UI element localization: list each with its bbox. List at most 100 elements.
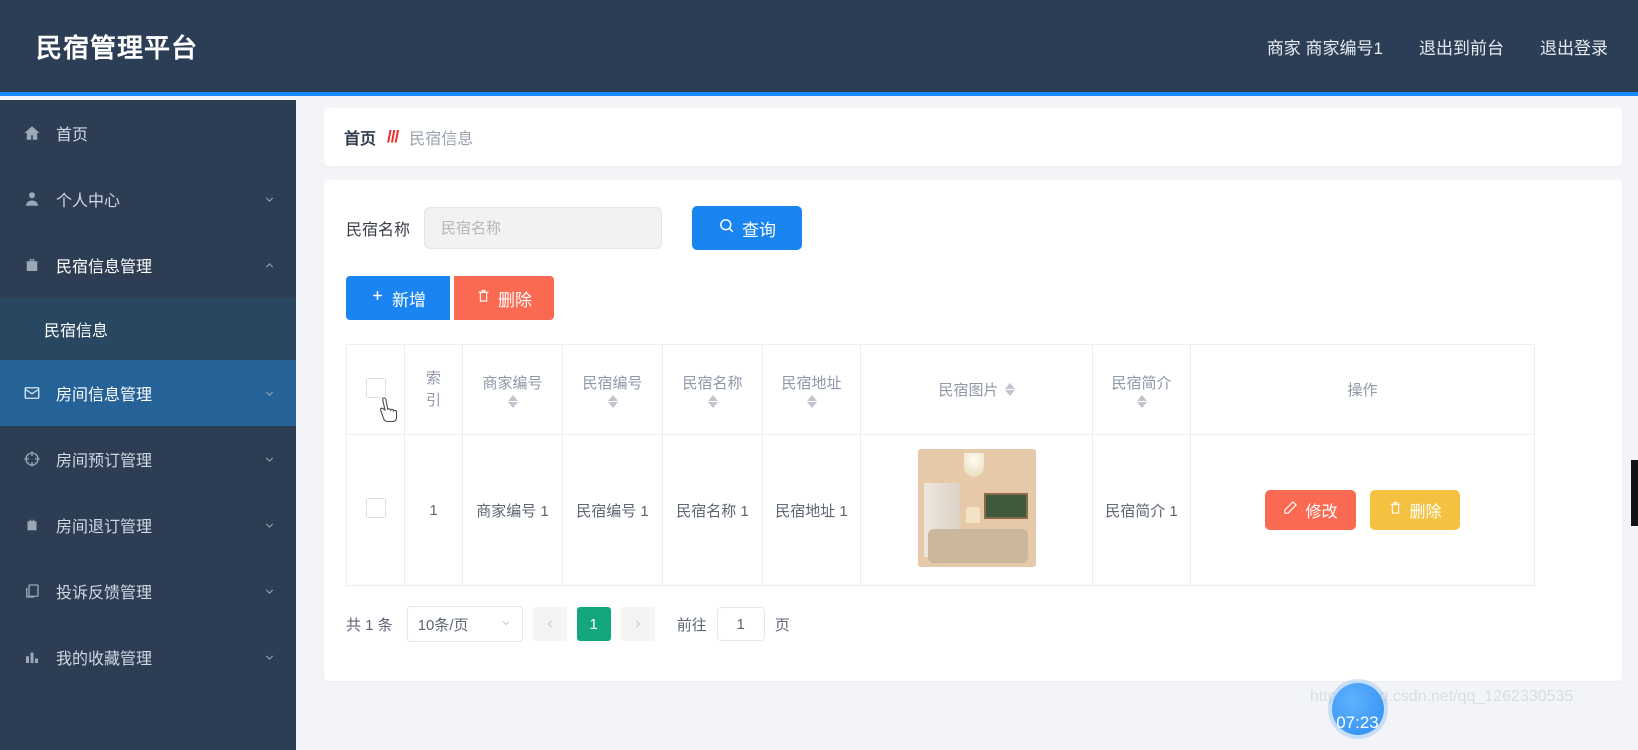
chevron-up-icon xyxy=(262,258,276,272)
scrollbar-track[interactable] xyxy=(1631,100,1638,750)
search-input[interactable] xyxy=(424,207,663,249)
edit-button-label: 修改 xyxy=(1305,504,1338,521)
column-label: 民宿图片 xyxy=(938,382,999,399)
select-all-checkbox[interactable] xyxy=(365,377,386,398)
sidebar-item-home[interactable]: 首页 xyxy=(0,100,296,166)
row-merchant-no: 商家编号 1 xyxy=(462,434,563,586)
sidebar-item-room-booking-management[interactable]: 房间预订管理 xyxy=(0,426,296,492)
page-size-value: 10条/页 xyxy=(417,616,469,634)
header-actions: 商家 商家编号1 退出到前台 退出登录 xyxy=(1267,34,1608,59)
row-checkbox[interactable] xyxy=(365,498,386,518)
row-house-image-cell[interactable] xyxy=(860,434,1093,586)
bar-chart-icon xyxy=(22,647,42,667)
pagination-total: 共 1 条 xyxy=(346,616,393,634)
pencil-icon xyxy=(1283,500,1298,520)
table-header-house-intro[interactable]: 民宿简介 xyxy=(1092,344,1191,435)
sort-icon[interactable] xyxy=(707,394,718,408)
clock-badge[interactable]: 07:23 xyxy=(1332,683,1384,735)
row-house-no: 民宿编号 1 xyxy=(562,434,663,586)
top-header: 民宿管理平台 商家 商家编号1 退出到前台 退出登录 xyxy=(0,0,1638,96)
sidebar-nav: 首页 个人中心 民宿信息管理 民宿信息 房间信息管理 房间预订管理 房间退订管理… xyxy=(0,100,296,750)
row-select-cell[interactable] xyxy=(346,434,405,586)
app-brand-title: 民宿管理平台 xyxy=(36,32,199,63)
add-button-label: 新增 xyxy=(392,290,426,310)
current-user-label: 商家 商家编号1 xyxy=(1266,38,1383,58)
table-header-house-address[interactable]: 民宿地址 xyxy=(762,344,861,435)
column-label: 操作 xyxy=(1347,382,1378,399)
chevron-down-icon xyxy=(262,452,276,466)
table-header-house-image[interactable]: 民宿图片 xyxy=(860,344,1093,435)
sidebar-subitem-homestay-info[interactable]: 民宿信息 xyxy=(0,298,296,360)
page-unit-label: 页 xyxy=(774,616,790,634)
sidebar-subitem-label: 民宿信息 xyxy=(44,323,109,340)
breadcrumb-home[interactable]: 首页 xyxy=(344,125,376,149)
sidebar-item-room-cancel-management[interactable]: 房间退订管理 xyxy=(0,492,296,558)
row-delete-button-label: 删除 xyxy=(1409,504,1442,521)
trash-icon xyxy=(1388,500,1403,521)
sidebar-item-label: 首页 xyxy=(56,127,89,144)
add-button[interactable]: 新增 xyxy=(346,276,450,320)
sort-icon[interactable] xyxy=(1136,394,1147,408)
scrollbar-thumb[interactable] xyxy=(1631,460,1638,526)
table-header-house-no[interactable]: 民宿编号 xyxy=(562,344,663,435)
breadcrumb: 首页 /// 民宿信息 xyxy=(324,108,1622,166)
page-size-select[interactable]: 10条/页 xyxy=(406,606,523,642)
sidebar-item-room-info-management[interactable]: 房间信息管理 xyxy=(0,360,296,426)
row-house-name: 民宿名称 1 xyxy=(662,434,763,586)
chevron-down-icon xyxy=(262,650,276,664)
query-button[interactable]: 查询 xyxy=(692,206,803,250)
sidebar-item-label: 房间信息管理 xyxy=(56,387,153,404)
home-icon xyxy=(22,123,42,143)
chevron-down-icon xyxy=(262,386,276,400)
table-header-house-name[interactable]: 民宿名称 xyxy=(662,344,763,435)
copy-icon xyxy=(22,581,42,601)
next-page-button[interactable] xyxy=(620,607,655,641)
table-header-index: 索 引 xyxy=(404,344,463,435)
sidebar-item-label: 房间预订管理 xyxy=(56,453,153,470)
sort-icon[interactable] xyxy=(507,394,518,408)
edit-button[interactable]: 修改 xyxy=(1265,490,1356,530)
sidebar-item-my-favorites-management[interactable]: 我的收藏管理 xyxy=(0,624,296,690)
table-header-select-all[interactable] xyxy=(346,344,405,435)
search-icon xyxy=(718,217,735,239)
page-number-1[interactable]: 1 xyxy=(576,607,611,641)
row-delete-button[interactable]: 删除 xyxy=(1369,490,1460,530)
table-header-operations: 操作 xyxy=(1190,344,1535,435)
table-header-merchant-no[interactable]: 商家编号 xyxy=(462,344,563,435)
search-field-label: 民宿名称 xyxy=(346,222,411,239)
sort-icon[interactable] xyxy=(806,394,817,408)
trash-icon xyxy=(476,288,491,309)
column-label: 民宿名称 xyxy=(682,374,743,392)
chevron-down-icon xyxy=(262,584,276,598)
exit-to-frontend-link[interactable]: 退出到前台 xyxy=(1419,34,1504,59)
column-label: 商家编号 xyxy=(482,374,543,392)
sidebar-item-label: 个人中心 xyxy=(56,193,121,210)
suitcase-icon xyxy=(22,515,42,535)
user-icon xyxy=(22,189,42,209)
sidebar-item-complaint-feedback-management[interactable]: 投诉反馈管理 xyxy=(0,558,296,624)
sidebar-item-personal-center[interactable]: 个人中心 xyxy=(0,166,296,232)
content-card: 民宿名称 查询 新增 xyxy=(324,180,1622,681)
table-header-row: 索 引 商家编号 民宿编号 民宿名称 民宿地址 民宿图片 民宿简介 操作 xyxy=(346,344,1535,435)
batch-delete-button[interactable]: 删除 xyxy=(454,276,554,320)
query-button-label: 查询 xyxy=(742,220,777,240)
chevron-down-icon xyxy=(262,518,276,532)
homestay-table: 索 引 商家编号 民宿编号 民宿名称 民宿地址 民宿图片 民宿简介 操作 1 商… xyxy=(346,344,1535,586)
prev-page-button[interactable] xyxy=(532,607,567,641)
search-bar: 民宿名称 查询 xyxy=(346,206,1600,250)
goto-label: 前往 xyxy=(676,616,707,634)
sidebar-item-homestay-info-management[interactable]: 民宿信息管理 xyxy=(0,232,296,298)
admin-page: 民宿管理平台 商家 商家编号1 退出到前台 退出登录 首页 个人中心 民宿信息管… xyxy=(0,0,1638,750)
sort-icon[interactable] xyxy=(1004,383,1015,396)
column-label: 民宿地址 xyxy=(781,374,842,392)
logout-link[interactable]: 退出登录 xyxy=(1540,34,1608,59)
compass-icon xyxy=(22,449,42,469)
homestay-thumbnail-image[interactable] xyxy=(917,449,1036,567)
breadcrumb-current: 民宿信息 xyxy=(409,131,474,148)
sidebar-item-label: 我的收藏管理 xyxy=(56,651,153,668)
goto-page-input[interactable] xyxy=(716,607,765,641)
table-row: 1 商家编号 1 民宿编号 1 民宿名称 1 民宿地址 1 民宿简介 1 修改 … xyxy=(346,434,1535,586)
breadcrumb-separator-icon: /// xyxy=(387,127,399,146)
batch-delete-button-label: 删除 xyxy=(498,290,532,310)
sort-icon[interactable] xyxy=(607,394,618,408)
